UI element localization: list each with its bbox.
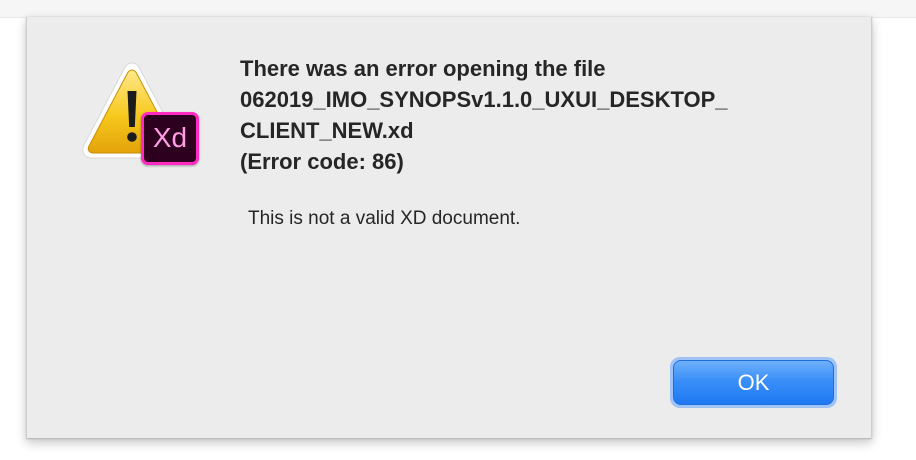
alert-icon-group: Xd (79, 57, 203, 171)
error-code: (Error code: 86) (240, 149, 404, 174)
xd-app-icon: Xd (141, 112, 199, 165)
error-title-filename-part2: CLIENT_NEW.xd (240, 118, 414, 143)
ok-button-focus-ring: OK (670, 357, 837, 408)
error-title-filename-part1: 062019_IMO_SYNOPSv1.1.0_UXUI_DESKTOP_ (240, 87, 728, 112)
error-alert-dialog: Xd There was an error opening the file 0… (26, 17, 872, 439)
background-window-strip (0, 0, 916, 18)
ok-button[interactable]: OK (673, 360, 834, 405)
error-title: There was an error opening the file 0620… (240, 53, 840, 177)
error-message: This is not a valid XD document. (248, 208, 521, 229)
error-title-line: There was an error opening the file (240, 56, 606, 81)
